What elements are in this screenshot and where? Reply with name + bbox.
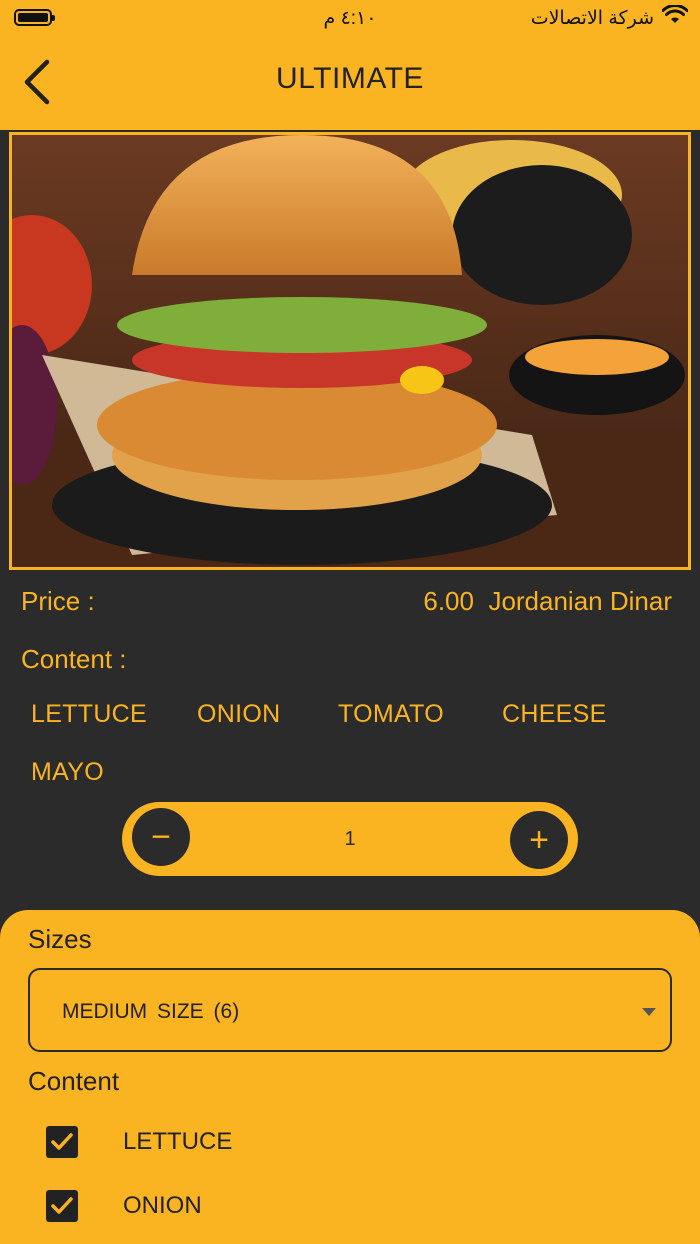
increase-quantity-button[interactable]: + [510,811,568,869]
content-heading: Content [28,1066,120,1096]
page-title: ULTIMATE [276,62,424,95]
dropdown-arrow-icon [642,1008,656,1016]
content-label: Content : [21,644,127,674]
content-option-label: LETTUCE [123,1128,233,1155]
checkmark-icon [51,1133,73,1150]
price-label: Price : [21,586,95,616]
selected-size-count: (6) [213,1000,240,1023]
size-dropdown[interactable]: MEDIUM SIZE (6) [28,968,672,1052]
content-checkbox[interactable] [46,1126,78,1158]
content-option-label: ONION [123,1192,202,1219]
content-option-row[interactable]: ONION [46,1190,202,1222]
ingredient-tag: ONION [197,700,281,728]
price-currency: Jordanian Dinar [488,586,672,616]
content-checkbox[interactable] [46,1190,78,1222]
quantity-stepper: − 1 + [122,802,578,876]
ingredient-tag: MAYO [31,758,104,786]
sizes-heading: Sizes [28,924,92,954]
options-sheet: Sizes MEDIUM SIZE (6) Content LETTUCE ON… [0,910,700,1244]
battery-status [14,9,55,26]
product-image [9,132,691,570]
ingredient-tag: CHEESE [502,700,607,728]
carrier-name: شركة الاتصالات [530,7,654,29]
checkmark-icon [51,1197,73,1214]
price-value-group: 6.00 Jordanian Dinar [423,586,672,617]
plus-icon: + [529,821,549,859]
selected-size: MEDIUM SIZE [62,1000,204,1023]
ingredient-tag: TOMATO [338,700,444,728]
status-time: ٤:١٠ م [323,8,377,29]
battery-icon [14,9,55,26]
price-amount: 6.00 [423,586,474,616]
size-dropdown-value: MEDIUM SIZE (6) [62,1000,239,1024]
status-carrier-group: شركة الاتصالات [530,4,689,31]
content-option-row[interactable]: LETTUCE [46,1126,232,1158]
wifi-icon [661,4,689,31]
app-header: ٤:١٠ م شركة الاتصالات ULTIMATE [0,0,700,130]
ingredient-tag: LETTUCE [31,700,148,728]
